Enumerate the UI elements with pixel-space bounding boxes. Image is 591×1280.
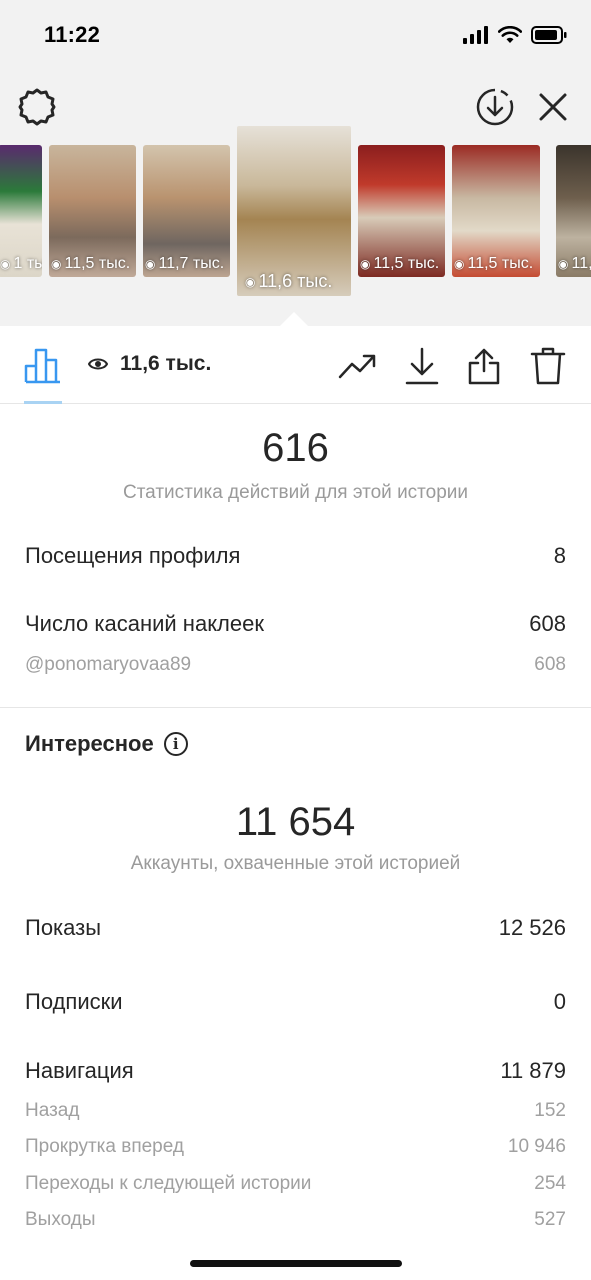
profile-visits-value: 8 xyxy=(553,543,566,568)
story-thumbnail[interactable]: ◉ 11,5 тыс. xyxy=(358,145,445,277)
next-story-label: Переходы к следующей истории xyxy=(25,1173,312,1194)
story-thumbnail[interactable]: ◉ 11,5 тыс. xyxy=(49,145,136,277)
sticker-taps-value: 608 xyxy=(529,611,566,636)
forward-row: Прокрутка вперед 10 946 xyxy=(25,1136,566,1158)
thumbnail-views: ◉ 11,6 тыс. xyxy=(245,271,332,292)
follows-row: Подписки 0 xyxy=(25,989,566,1015)
signal-icon xyxy=(463,26,488,44)
story-thumbnail[interactable]: ◉11,7 xyxy=(556,145,591,277)
bar-chart-icon[interactable] xyxy=(24,346,62,384)
eye-icon xyxy=(88,358,108,370)
sticker-taps-row: Число касаний наклеек 608 xyxy=(25,611,566,637)
story-thumbnail[interactable]: ◉ 11,5 тыс. xyxy=(452,145,540,277)
views-count-text: 11,6 тыс. xyxy=(120,352,212,375)
selected-pointer xyxy=(280,312,308,326)
thumbnail-views-text: 11,5 тыс. xyxy=(64,255,131,272)
thumbnail-views: ◉ 11,5 тыс. xyxy=(51,255,130,273)
gear-icon[interactable] xyxy=(16,86,58,128)
trash-icon[interactable] xyxy=(528,346,568,386)
thumbnail-views: ◉1 тыс. xyxy=(0,255,42,273)
impressions-value: 12 526 xyxy=(498,915,566,940)
eye-icon: ◉ xyxy=(558,257,569,271)
reach-total: 11 654 xyxy=(235,800,356,844)
back-label: Назад xyxy=(25,1100,80,1121)
eye-icon: ◉ xyxy=(0,257,11,271)
wifi-icon xyxy=(498,26,522,43)
thumbnail-views-text: 11,6 тыс. xyxy=(258,271,333,291)
exited-row: Выходы 527 xyxy=(25,1209,566,1231)
thumbnail-views-text: 11,5 тыс. xyxy=(373,255,440,272)
follows-value: 0 xyxy=(553,989,566,1014)
views-count[interactable]: 11,6 тыс. xyxy=(88,352,211,376)
forward-value: 10 946 xyxy=(507,1136,566,1157)
eye-icon: ◉ xyxy=(454,257,465,271)
thumbnail-views: ◉ 11,5 тыс. xyxy=(360,255,439,273)
info-icon[interactable]: i xyxy=(163,732,188,756)
thumbnail-views-text: 11,7 xyxy=(571,255,591,272)
close-icon[interactable] xyxy=(534,88,572,126)
trend-icon[interactable] xyxy=(338,346,378,386)
profile-visits-label: Посещения профиля xyxy=(25,543,241,568)
exited-label: Выходы xyxy=(25,1209,96,1230)
navigation-row: Навигация 11 879 xyxy=(25,1058,566,1084)
thumbnail-views-text: 1 тыс. xyxy=(13,255,42,272)
back-value: 152 xyxy=(534,1100,566,1121)
forward-label: Прокрутка вперед xyxy=(25,1136,184,1157)
exited-value: 527 xyxy=(534,1209,566,1230)
story-thumbnail[interactable]: ◉ 11,7 тыс. xyxy=(143,145,230,277)
next-story-row: Переходы к следующей истории 254 xyxy=(25,1173,566,1195)
navigation-label: Навигация xyxy=(25,1058,134,1083)
impressions-row: Показы 12 526 xyxy=(25,915,566,941)
back-row: Назад 152 xyxy=(25,1100,566,1122)
actions-total: 616 xyxy=(262,426,329,470)
impressions-label: Показы xyxy=(25,915,102,940)
sticker-mention-value: 608 xyxy=(534,654,566,675)
discovery-title-text: Интересное xyxy=(25,731,154,756)
insights-toolbar: 11,6 тыс. xyxy=(0,326,591,404)
navigation-value: 11 879 xyxy=(500,1058,566,1083)
eye-icon: ◉ xyxy=(51,257,62,271)
story-thumbnail[interactable]: ◉1 тыс. xyxy=(0,145,42,277)
status-bar: 11:22 xyxy=(0,0,591,72)
download-icon[interactable] xyxy=(402,346,442,386)
actions-caption: Статистика действий для этой истории xyxy=(122,482,469,503)
download-circle-icon[interactable] xyxy=(474,86,516,128)
story-thumbnail-selected[interactable]: ◉ 11,6 тыс. xyxy=(237,126,351,296)
thumbnail-views-text: 11,7 тыс. xyxy=(158,255,225,272)
status-time: 11:22 xyxy=(44,22,101,47)
sticker-mention-label[interactable]: @ponomaryovaa89 xyxy=(25,654,191,676)
reach-caption: Аккаунты, охваченные этой историей xyxy=(130,853,461,874)
thumbnail-views: ◉ 11,7 тыс. xyxy=(145,255,224,273)
follows-label: Подписки xyxy=(25,989,123,1014)
sticker-mention-row: @ponomaryovaa89 608 xyxy=(25,654,566,676)
thumbnail-views: ◉ 11,5 тыс. xyxy=(454,255,533,273)
thumbnail-views: ◉11,7 xyxy=(558,255,591,273)
battery-icon xyxy=(531,26,567,44)
section-divider xyxy=(0,707,591,708)
eye-icon: ◉ xyxy=(145,257,156,271)
next-story-value: 254 xyxy=(534,1173,566,1194)
eye-icon: ◉ xyxy=(360,257,371,271)
thumbnail-views-text: 11,5 тыс. xyxy=(467,255,534,272)
home-indicator[interactable] xyxy=(190,1260,402,1267)
share-icon[interactable] xyxy=(464,346,504,386)
active-tab-underline xyxy=(24,401,62,404)
story-thumbnails: ◉1 тыс. ◉11,5 тыс. ◉11,7 тыс. ◉11,6 тыс.… xyxy=(0,126,591,297)
discovery-title: Интересное i xyxy=(25,731,188,757)
sticker-taps-label: Число касаний наклеек xyxy=(25,611,264,636)
eye-icon: ◉ xyxy=(245,274,256,289)
profile-visits-row: Посещения профиля 8 xyxy=(25,543,566,569)
status-icons xyxy=(463,26,567,44)
